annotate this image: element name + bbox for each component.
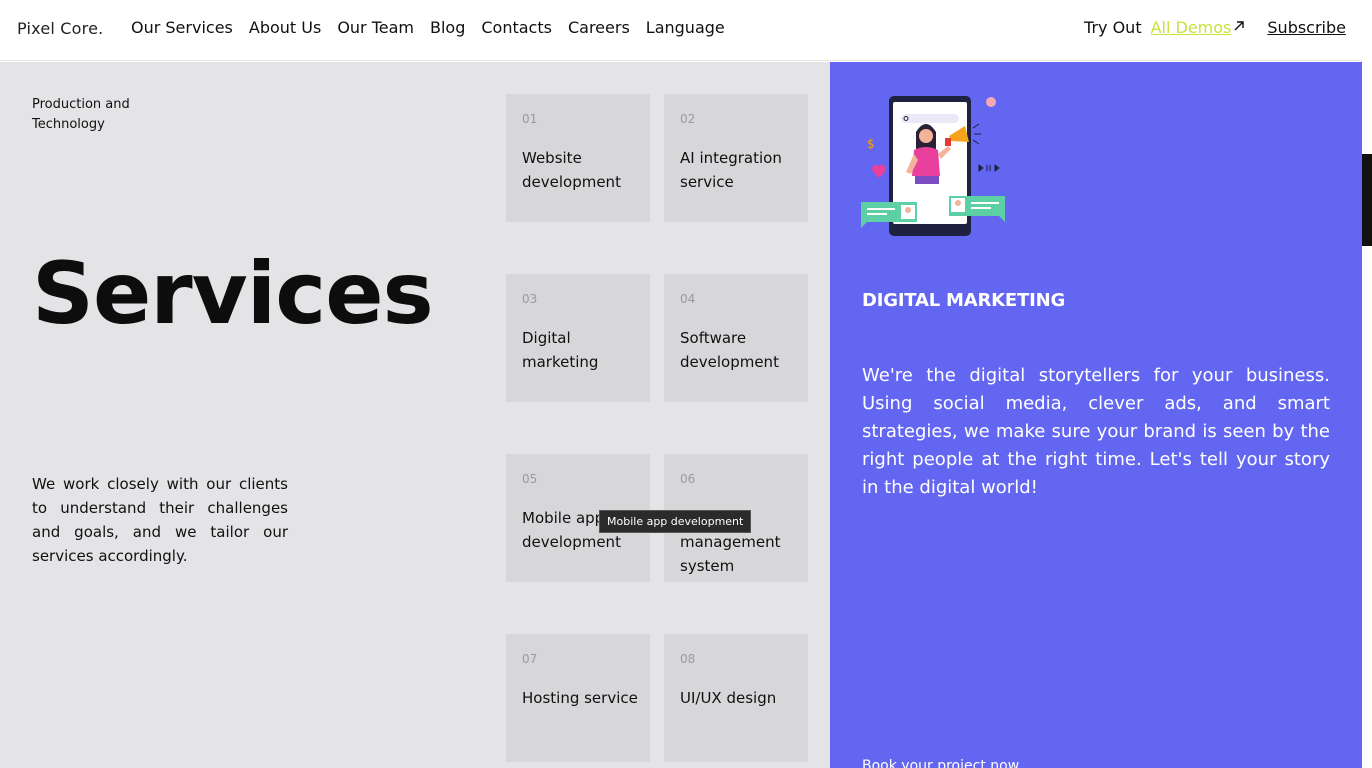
book-project-link[interactable]: Book your project now <box>862 758 1019 768</box>
service-number: 04 <box>680 292 696 306</box>
service-number: 02 <box>680 112 696 126</box>
scrollbar-thumb[interactable] <box>1362 154 1372 246</box>
service-label: management system <box>680 533 781 575</box>
service-number: 08 <box>680 652 696 666</box>
nav-about-us[interactable]: About Us <box>249 18 321 37</box>
arrow-up-right-icon <box>1234 21 1245 31</box>
header-actions: Try Out All Demos Subscribe <box>1084 18 1346 37</box>
section-description: We work closely with our clients to unde… <box>32 475 288 565</box>
service-detail-panel: $ DIGITAL MARKETING We're the digital st… <box>830 62 1362 768</box>
service-card-ui-ux[interactable]: 08 UI/UX design <box>664 634 808 762</box>
nav-careers[interactable]: Careers <box>568 18 630 37</box>
phone-megaphone-illustration: $ <box>861 96 1005 236</box>
nav-contacts[interactable]: Contacts <box>481 18 552 37</box>
main-nav: Our Services About Us Our Team Blog Cont… <box>131 18 725 37</box>
service-label: Software development <box>680 329 779 371</box>
panel-title: DIGITAL MARKETING <box>862 290 1066 311</box>
service-number: 07 <box>522 652 538 666</box>
service-card-hosting[interactable]: 07 Hosting service <box>506 634 650 762</box>
service-number: 01 <box>522 112 538 126</box>
svg-text:$: $ <box>867 137 875 151</box>
service-label: Digital marketing <box>522 329 599 371</box>
hover-tooltip: Mobile app development <box>599 510 752 533</box>
nav-our-services[interactable]: Our Services <box>131 18 233 37</box>
service-card-digital-marketing[interactable]: 03 Digital marketing <box>506 274 650 402</box>
try-out-label: Try Out <box>1084 18 1142 37</box>
nav-language[interactable]: Language <box>646 18 725 37</box>
page-title: Services <box>32 244 434 344</box>
logo[interactable]: Pixel Core. <box>17 19 103 38</box>
panel-description: We're the digital storytellers for your … <box>862 365 1330 498</box>
service-label: Website development <box>522 149 621 191</box>
service-label: Hosting service <box>522 689 638 707</box>
service-number: 03 <box>522 292 538 306</box>
top-header: Pixel Core. Our Services About Us Our Te… <box>0 0 1362 61</box>
service-card-ai-integration[interactable]: 02 AI integration service <box>664 94 808 222</box>
service-number: 05 <box>522 472 538 486</box>
service-label: UI/UX design <box>680 689 777 707</box>
all-demos-link[interactable]: All Demos <box>1151 18 1232 37</box>
service-label: AI integration service <box>680 149 782 191</box>
page-scrollbar[interactable] <box>1362 0 1372 768</box>
nav-our-team[interactable]: Our Team <box>337 18 414 37</box>
service-card-website-development[interactable]: 01 Website development <box>506 94 650 222</box>
subscribe-link[interactable]: Subscribe <box>1267 18 1346 37</box>
section-eyebrow: Production and Technology <box>32 97 130 132</box>
service-card-software-development[interactable]: 04 Software development <box>664 274 808 402</box>
nav-blog[interactable]: Blog <box>430 18 465 37</box>
service-number: 06 <box>680 472 696 486</box>
